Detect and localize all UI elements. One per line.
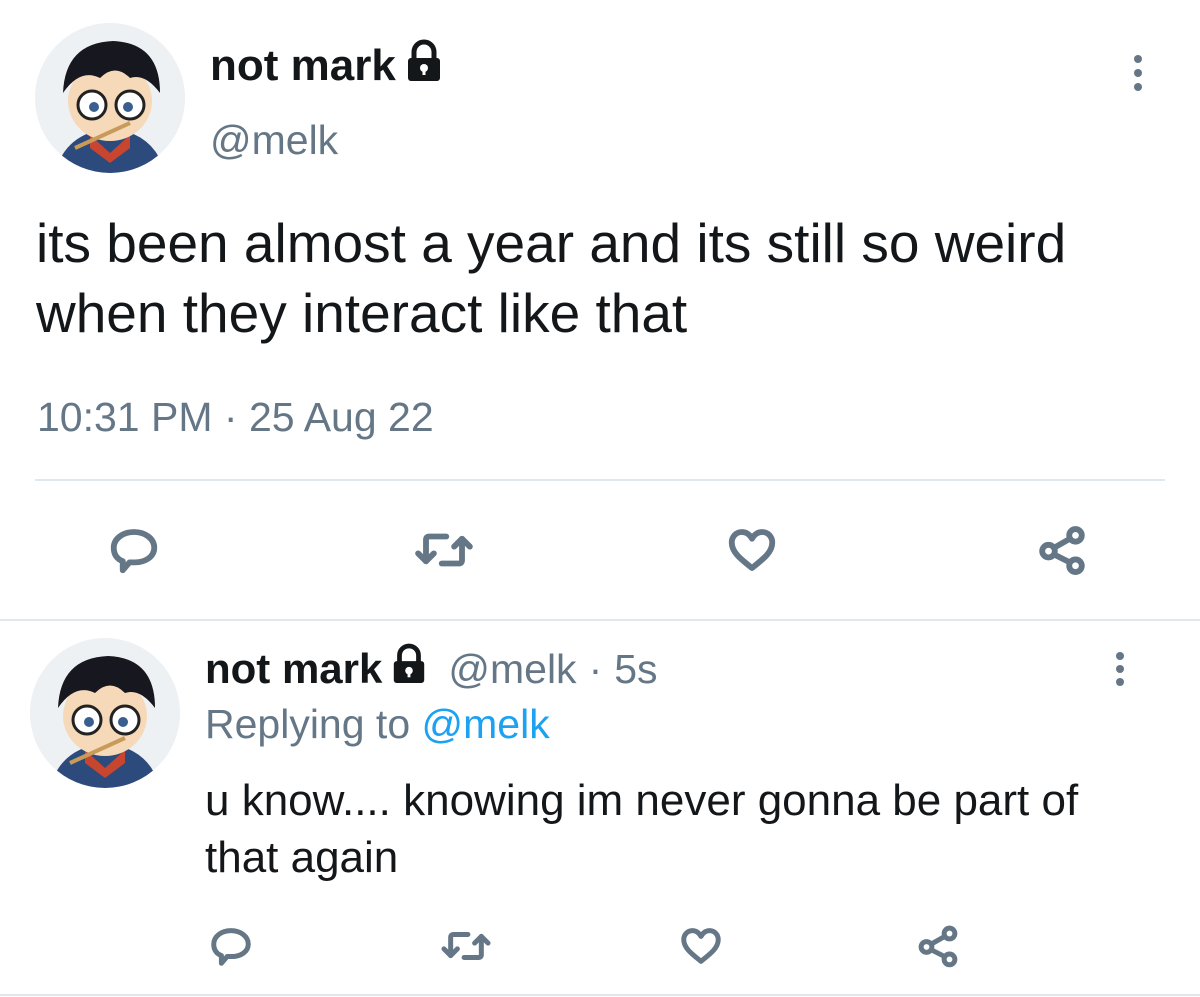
avatar[interactable]	[35, 23, 185, 173]
avatar-image	[30, 638, 180, 788]
reply-display-name-text: not mark	[205, 645, 383, 692]
tweet-time: 10:31 PM	[37, 394, 213, 440]
reply-display-name[interactable]: not mark	[205, 643, 428, 695]
more-vertical-icon[interactable]	[1113, 652, 1127, 686]
tweet-date: 25 Aug 22	[248, 394, 434, 440]
reply-handle[interactable]: @melk	[448, 646, 576, 693]
display-name-text: not mark	[210, 41, 396, 90]
share-button[interactable]	[1030, 518, 1094, 582]
replying-to-label: Replying to	[205, 701, 411, 747]
separator-dot: ·	[588, 645, 603, 692]
replying-to: Replying to @melk	[205, 701, 550, 748]
reply-text: u know.... knowing im never gonna be par…	[205, 776, 1079, 883]
like-button[interactable]	[673, 918, 729, 974]
retweet-button[interactable]	[435, 918, 497, 974]
tweet-text: its been almost a year and its still so …	[36, 212, 1067, 345]
retweet-icon	[415, 533, 473, 567]
reply-button[interactable]	[203, 918, 259, 974]
lock-icon	[404, 39, 444, 94]
bottom-divider	[0, 994, 1200, 996]
more-vertical-icon[interactable]	[1131, 55, 1145, 91]
reply-icon	[110, 529, 158, 574]
reply-icon	[211, 928, 251, 966]
reply-avatar[interactable]	[30, 638, 180, 788]
lock-icon	[390, 643, 428, 695]
reply-header: not mark @melk · 5s	[205, 643, 658, 695]
avatar-image	[35, 23, 185, 173]
display-name[interactable]: not mark	[210, 39, 444, 94]
share-icon	[1039, 526, 1085, 575]
tweet-separator	[0, 619, 1200, 621]
reply-age: 5s	[614, 645, 658, 692]
retweet-icon	[441, 932, 491, 960]
heart-icon	[728, 529, 776, 571]
heart-icon	[681, 928, 721, 964]
retweet-button[interactable]	[408, 518, 480, 582]
handle[interactable]: @melk	[210, 117, 338, 164]
share-icon	[918, 925, 958, 968]
divider	[35, 479, 1165, 481]
like-button[interactable]	[720, 518, 784, 582]
tweet-timestamp[interactable]: 10:31 PM · 25 Aug 22	[37, 394, 434, 441]
separator-dot: ·	[223, 394, 238, 440]
reply-button[interactable]	[102, 518, 166, 582]
share-button[interactable]	[910, 918, 966, 974]
replying-to-handle[interactable]: @melk	[422, 701, 550, 747]
